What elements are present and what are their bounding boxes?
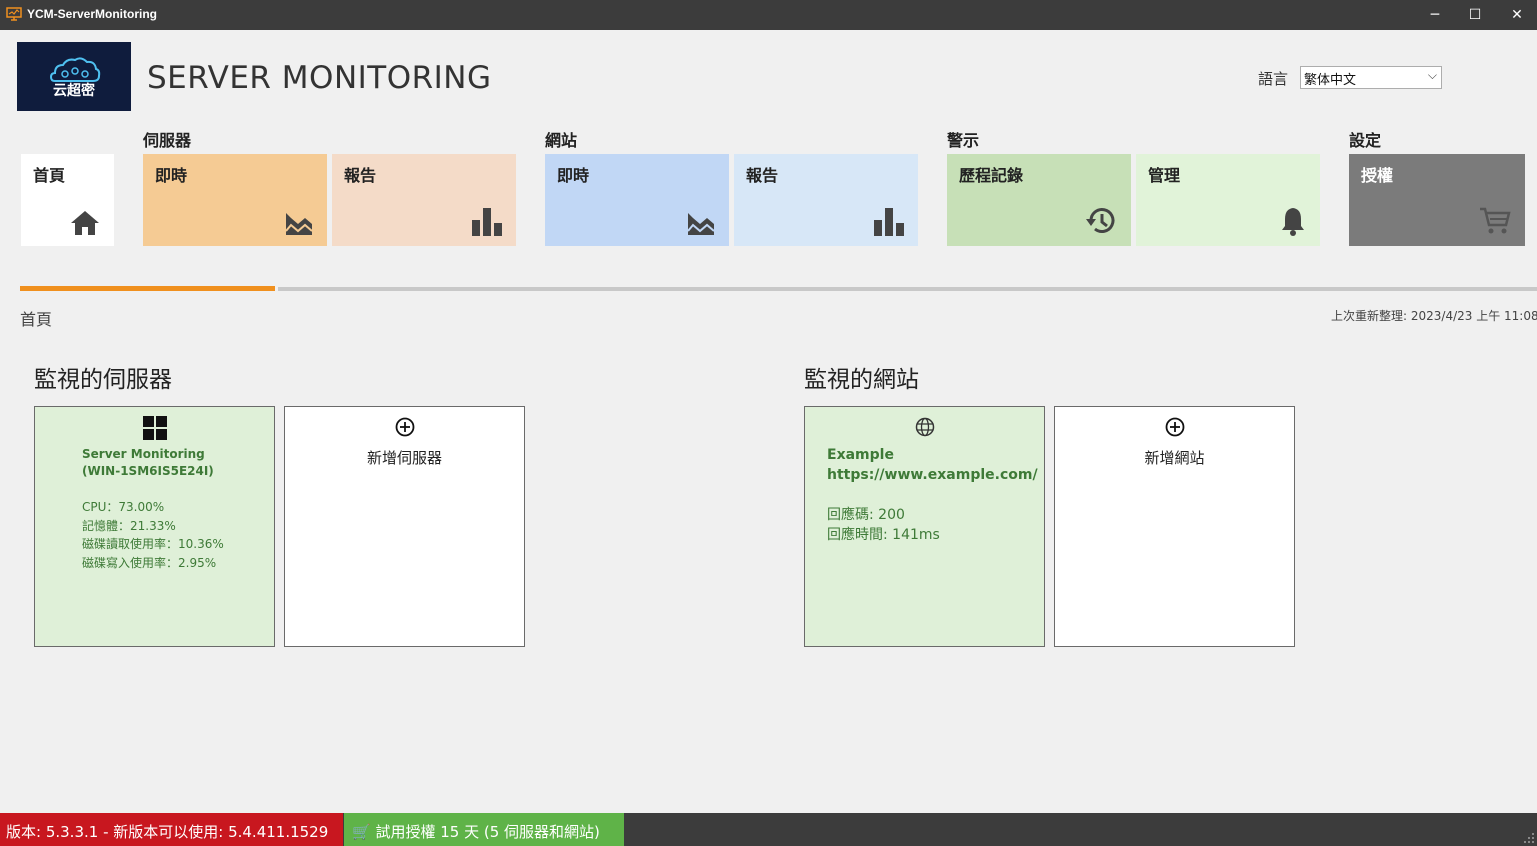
language-label: 語言: [1258, 70, 1289, 88]
tab-indicator-track: [278, 287, 1537, 291]
resize-grip-icon[interactable]: [1521, 830, 1535, 844]
add-server-label: 新增伺服器: [366, 449, 442, 467]
website-url: https://www.example.com/: [827, 467, 1038, 483]
tile-alert-manage-label: 管理: [1148, 166, 1181, 185]
tile-alert-manage[interactable]: 管理: [1136, 154, 1320, 246]
tile-website-realtime-label: 即時: [557, 166, 590, 185]
server-cpu: CPU：73.00%: [82, 500, 165, 514]
website-name: Example https://www.example.com/: [827, 445, 1038, 485]
bell-icon: [1282, 208, 1304, 236]
cart-icon: 🛒: [352, 823, 371, 841]
tile-license[interactable]: 授權: [1349, 154, 1525, 246]
area-chart-icon: [687, 213, 715, 235]
cart-icon: [1480, 207, 1511, 234]
add-circle-icon: [1165, 417, 1184, 437]
trial-license-button[interactable]: 🛒 試用授權 15 天 (5 伺服器和網站): [344, 813, 624, 846]
add-circle-icon: [395, 417, 414, 437]
status-bar: 版本: 5.3.3.1 - 新版本可以使用: 5.4.411.1529 🛒 試用…: [0, 813, 1537, 846]
server-memory: 記憶體：21.33%: [82, 518, 176, 533]
minimize-button[interactable]: ─: [1415, 0, 1455, 30]
close-button[interactable]: ✕: [1497, 0, 1537, 30]
tile-home-label: 首頁: [33, 166, 66, 185]
group-label-server: 伺服器: [143, 131, 192, 150]
server-disk-read: 磁碟讀取使用率：10.36%: [82, 537, 224, 551]
tile-alert-history-label: 歷程記錄: [959, 166, 1024, 185]
server-card[interactable]: Server Monitoring (WIN-1SM6IS5E24I) CPU：…: [34, 406, 275, 647]
logo-text: 云超密: [53, 83, 95, 99]
server-name-line1: Server Monitoring: [82, 447, 205, 461]
server-disk-write: 磁碟寫入使用率：2.95%: [82, 555, 217, 570]
tile-website-report-label: 報告: [746, 166, 779, 185]
maximize-button[interactable]: ☐: [1455, 0, 1495, 30]
language-select[interactable]: 繁体中文 ⌵: [1300, 66, 1442, 89]
website-title: Example: [827, 447, 894, 463]
title-bar: YCM-ServerMonitoring ─ ☐ ✕: [0, 0, 1537, 30]
window-title: YCM-ServerMonitoring: [27, 7, 158, 21]
server-name-line2: (WIN-1SM6IS5E24I): [82, 464, 214, 478]
globe-icon: [915, 417, 934, 437]
area-chart-icon: [285, 213, 313, 235]
last-refresh-time: 上次重新整理: 2023/4/23 上午 11:08:14: [1331, 309, 1537, 323]
tile-website-realtime[interactable]: 即時: [545, 154, 729, 246]
add-website-label: 新增網站: [1144, 449, 1205, 467]
tile-website-report[interactable]: 報告: [734, 154, 918, 246]
language-value: 繁体中文: [1304, 73, 1357, 88]
group-label-website: 網站: [545, 131, 578, 150]
website-status-code: 回應碼: 200: [827, 507, 905, 523]
tile-server-report[interactable]: 報告: [332, 154, 516, 246]
server-stats: CPU：73.00% 記憶體：21.33% 磁碟讀取使用率：10.36% 磁碟寫…: [82, 498, 224, 572]
tile-server-report-label: 報告: [344, 166, 377, 185]
tile-server-realtime[interactable]: 即時: [143, 154, 327, 246]
website-response-time: 回應時間: 141ms: [827, 527, 940, 543]
breadcrumb: 首頁: [20, 310, 53, 329]
group-label-settings: 設定: [1349, 131, 1382, 150]
bar-chart-icon: [874, 208, 904, 236]
trial-license-label: 試用授權 15 天 (5 伺服器和網站): [375, 823, 600, 841]
servers-section-title: 監視的伺服器: [34, 367, 172, 393]
version-info[interactable]: 版本: 5.3.3.1 - 新版本可以使用: 5.4.411.1529: [0, 813, 343, 846]
history-icon: [1086, 208, 1115, 233]
tile-home[interactable]: 首頁: [21, 154, 114, 246]
website-card[interactable]: Example https://www.example.com/ 回應碼: 20…: [804, 406, 1045, 647]
windows-icon: [142, 416, 167, 440]
brand-logo: 云超密: [17, 42, 131, 111]
server-name: Server Monitoring (WIN-1SM6IS5E24I): [82, 446, 214, 480]
tile-license-label: 授權: [1361, 166, 1394, 185]
group-label-alert: 警示: [947, 131, 980, 150]
app-title: SERVER MONITORING: [147, 60, 492, 96]
chevron-down-icon: ⌵: [1427, 68, 1437, 82]
tile-server-realtime-label: 即時: [155, 166, 188, 185]
bar-chart-icon: [472, 208, 502, 236]
tile-alert-history[interactable]: 歷程記錄: [947, 154, 1131, 246]
add-server-card[interactable]: 新增伺服器: [284, 406, 525, 647]
home-icon: [71, 211, 99, 235]
app-monitor-icon: [6, 7, 22, 21]
add-website-card[interactable]: 新增網站: [1054, 406, 1295, 647]
website-stats: 回應碼: 200 回應時間: 141ms: [827, 505, 940, 545]
active-tab-indicator: [20, 286, 275, 291]
websites-section-title: 監視的網站: [804, 367, 919, 393]
